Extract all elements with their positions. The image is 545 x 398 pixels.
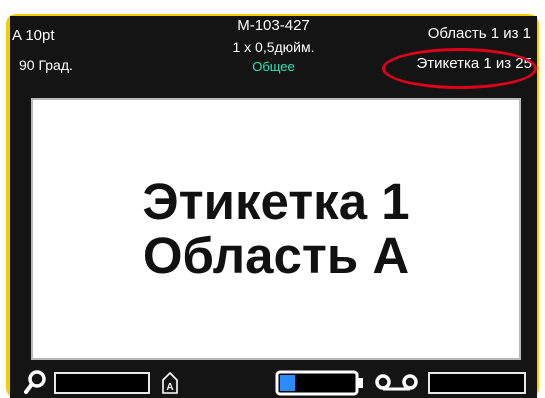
battery-fill <box>280 375 295 391</box>
bottom-toolbar: A <box>10 366 537 398</box>
label-text-line-1[interactable]: Этикетка 1 <box>142 175 409 229</box>
ribbon-cassette-icon <box>375 374 418 391</box>
label-text-line-2[interactable]: Область A <box>143 229 409 283</box>
battery-icon <box>275 370 363 396</box>
area-counter: Область 1 из 1 <box>427 25 531 42</box>
label-editor[interactable]: Этикетка 1 Область A <box>31 98 521 360</box>
print-quantity-icon[interactable]: A <box>160 371 180 395</box>
zoom-level-box[interactable] <box>54 372 150 394</box>
svg-text:A: A <box>166 382 173 393</box>
printer-device: A 10pt 90 Град. M-103-427 1 х 0,5дюйм. О… <box>0 0 545 398</box>
zoom-icon[interactable] <box>24 369 46 395</box>
label-counter-highlight <box>382 48 537 89</box>
supply-level-box <box>428 372 526 394</box>
printer-screen: A 10pt 90 Град. M-103-427 1 х 0,5дюйм. О… <box>10 16 537 398</box>
